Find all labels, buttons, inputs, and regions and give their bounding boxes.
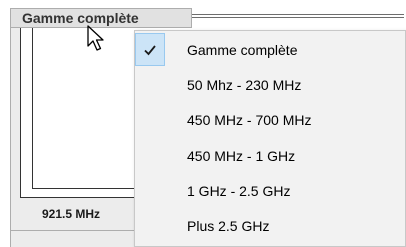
menu-item-450-700mhz[interactable]: 450 MHz - 700 MHz [135, 103, 405, 136]
menu-item-50-230mhz[interactable]: 50 Mhz - 230 MHz [135, 68, 405, 101]
check-icon [144, 44, 156, 55]
check-cell [135, 68, 165, 101]
menu-item-label: 450 MHz - 1 GHz [187, 147, 296, 164]
check-cell [135, 209, 165, 242]
mouse-cursor-icon [87, 25, 104, 51]
panel-frame-inner [32, 28, 134, 189]
menu-item-450mhz-1ghz[interactable]: 450 MHz - 1 GHz [135, 139, 405, 172]
menu-item-full-range[interactable]: Gamme complète [135, 33, 405, 66]
range-menu: Gamme complète 50 Mhz - 230 MHz 450 MHz … [134, 30, 406, 247]
range-dropdown-label: Gamme complète [22, 10, 139, 26]
check-cell [135, 174, 165, 207]
separator-line [192, 14, 404, 15]
menu-item-label: 450 MHz - 700 MHz [187, 111, 312, 128]
frequency-readout: 921.5 MHz [41, 207, 101, 221]
check-cell [135, 103, 165, 136]
check-cell [135, 33, 165, 66]
screen: 921.5 MHz Gamme complète Gamme complète … [0, 0, 406, 247]
menu-item-label: Gamme complète [187, 41, 298, 58]
separator-line [192, 17, 404, 18]
panel-divider [10, 230, 134, 231]
menu-item-above-2.5ghz[interactable]: Plus 2.5 GHz [135, 209, 405, 242]
menu-item-label: 1 GHz - 2.5 GHz [187, 182, 291, 199]
menu-item-label: 50 Mhz - 230 MHz [187, 76, 302, 93]
check-cell [135, 139, 165, 172]
menu-item-1-2.5ghz[interactable]: 1 GHz - 2.5 GHz [135, 174, 405, 207]
menu-item-label: Plus 2.5 GHz [187, 217, 270, 234]
